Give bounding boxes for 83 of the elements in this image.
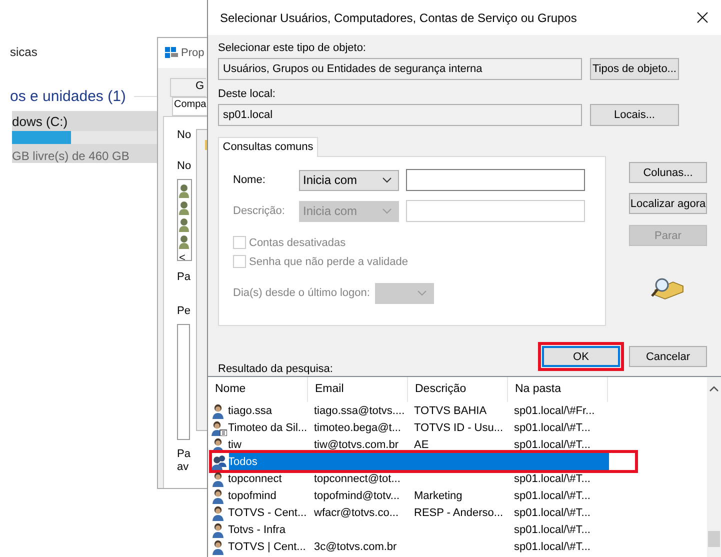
table-cell: sp01.local/\#T... xyxy=(514,490,590,502)
table-cell: tiw@totvs.com.br xyxy=(314,438,399,450)
user-icon xyxy=(179,201,189,215)
chevron-down-icon xyxy=(382,177,392,183)
results-label: Resultado da pesquisa: xyxy=(218,363,333,375)
window-app-icon xyxy=(164,47,178,59)
table-cell[interactable]: Timoteo da Sil... xyxy=(228,422,308,434)
table-cell: sp01.local/\#T... xyxy=(514,438,590,450)
column-header[interactable]: Na pasta xyxy=(508,377,608,402)
table-cell[interactable]: topofmind xyxy=(228,490,276,502)
object-types-button[interactable]: Tipos de objeto... xyxy=(590,58,679,80)
tab[interactable]: Compa xyxy=(172,97,207,116)
table-cell[interactable]: topconnect xyxy=(228,472,282,484)
table-cell[interactable]: Totvs - Infra xyxy=(228,524,286,536)
scroll-up-icon xyxy=(707,384,721,394)
last-logon-label: Dia(s) desde o último logon: xyxy=(233,287,371,299)
table-cell: sp01.local/\#T... xyxy=(514,524,590,536)
label-fragment: av xyxy=(177,461,190,475)
table-cell: topconnect@tot... xyxy=(314,472,400,484)
free-space-text: GB livre(s) de 460 GB xyxy=(12,149,130,163)
table-cell: 3c@totvs.com.br xyxy=(314,540,397,552)
text-input[interactable] xyxy=(406,169,585,191)
label-fragment: No xyxy=(177,160,192,174)
table-cell: sp01.local/\#T... xyxy=(514,472,590,484)
user-icon xyxy=(179,218,189,232)
table-cell: topofmind@totv... xyxy=(314,490,400,502)
table-cell: TOTVS BAHIA xyxy=(414,404,487,416)
filter-label: Nome: xyxy=(233,174,266,186)
dialog-title: Selecionar Usuários, Computadores, Contas de Serviço ou Grupos xyxy=(220,10,577,24)
table-cell: TOTVS ID - Usu... xyxy=(414,422,504,434)
table-cell[interactable]: TOTVS - Cent... xyxy=(228,506,307,518)
side-button[interactable]: Colunas... xyxy=(629,162,707,183)
label-fragment: Pe xyxy=(177,305,192,319)
chevron-down-icon xyxy=(382,208,392,214)
filter-label: Descrição: xyxy=(233,205,286,217)
field-label: Deste local: xyxy=(218,87,276,102)
group-icon xyxy=(211,454,227,470)
ok-button[interactable]: OK xyxy=(542,346,620,367)
table-cell: sp01.local/\#T... xyxy=(514,422,590,434)
tab[interactable]: G xyxy=(170,78,206,97)
window-title: Prop xyxy=(181,47,204,59)
table-cell: wfacr@totvs.co... xyxy=(314,506,399,518)
section-heading: os e unidades (1) xyxy=(9,88,126,105)
table-cell: RESP - Anderso... xyxy=(414,506,504,518)
table-cell: tiago.ssa@totvs.... xyxy=(314,404,405,416)
scrollbar[interactable] xyxy=(707,377,721,557)
table-cell: sp01.local/\#T... xyxy=(514,506,590,518)
read-only-field: Usuários, Grupos ou Entidades de segurança interna xyxy=(218,58,582,80)
label-fragment: Pa xyxy=(177,271,192,285)
contact-icon xyxy=(211,420,227,436)
label-fragment: Pa xyxy=(177,448,192,462)
table-cell: sp01.local/\#T... xyxy=(514,540,590,552)
chevron-down-icon xyxy=(417,290,427,296)
column-header[interactable]: Nome xyxy=(208,377,308,402)
label-fragment: No xyxy=(177,129,192,143)
table-cell[interactable]: TOTVS | Cent... xyxy=(228,540,306,552)
table-cell: AE xyxy=(414,438,429,450)
drive-name: dows (C:) xyxy=(12,113,69,131)
side-button[interactable]: Localizar agora xyxy=(629,193,707,214)
scroll-left-button[interactable]: < xyxy=(179,252,191,260)
locations-button[interactable]: Locais... xyxy=(590,104,679,126)
column-header[interactable]: Email xyxy=(308,377,408,402)
table-cell: Marketing xyxy=(414,490,462,502)
text-fragment: sicas xyxy=(9,44,38,61)
read-only-field: sp01.local xyxy=(218,104,582,126)
table-cell[interactable]: Todos xyxy=(228,456,258,468)
checkbox-label: Senha que não perde a validade xyxy=(249,256,408,268)
match-dropdown[interactable]: Inicia com xyxy=(299,170,399,190)
close-icon[interactable] xyxy=(697,12,708,23)
cancel-button[interactable]: Cancelar xyxy=(629,346,707,367)
tab[interactable]: Consultas comuns xyxy=(218,137,318,157)
checkbox-label: Contas desativadas xyxy=(249,236,346,248)
find-folder-icon xyxy=(651,276,684,300)
column-header[interactable]: Descrição xyxy=(408,377,508,402)
table-cell: sp01.local/\#Fr... xyxy=(514,404,595,416)
drive-tile[interactable]: dows (C:) GB livre(s) de 460 GB xyxy=(12,111,157,163)
user-icon xyxy=(179,184,189,198)
user-icon xyxy=(179,235,189,249)
field-label: Selecionar este tipo de objeto: xyxy=(218,41,367,56)
table-cell[interactable]: tiw xyxy=(228,438,242,450)
table-cell: timoteo.bega@t... xyxy=(314,422,401,434)
scroll-thumb[interactable] xyxy=(708,531,720,547)
table-cell[interactable]: tiago.ssa xyxy=(228,404,272,416)
